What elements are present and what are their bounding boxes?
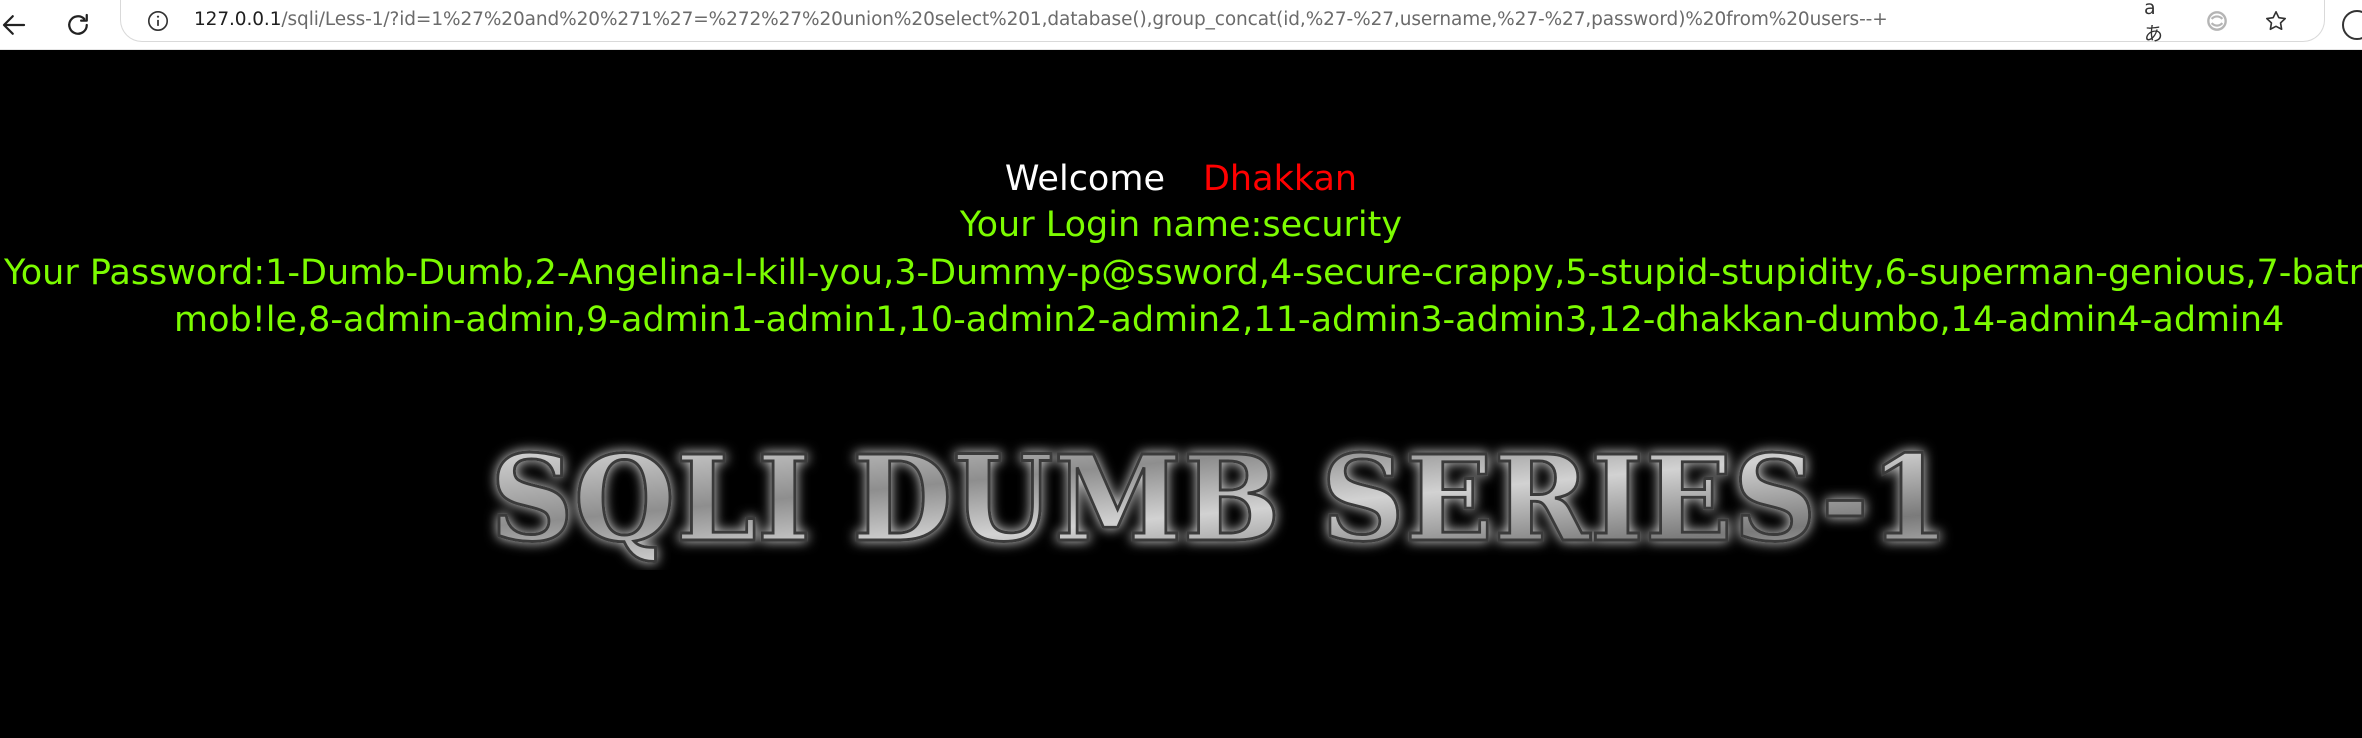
reload-button[interactable] <box>58 5 98 45</box>
back-button[interactable] <box>0 5 34 45</box>
address-bar[interactable]: 127.0.0.1/sqli/Less-1/?id=1%27%20and%20%… <box>120 0 2325 45</box>
sqli-dumb-series-banner: SQLI DUMB SERIES-1 <box>489 430 1952 570</box>
password-line-2: mob!le,8-admin-admin,9-admin1-admin1,10-… <box>174 300 2285 340</box>
url-text[interactable]: 127.0.0.1/sqli/Less-1/?id=1%27%20and%20%… <box>194 9 1888 30</box>
banner-text: SQLI DUMB SERIES-1 <box>490 430 1950 568</box>
translate-icon[interactable]: aあ <box>2144 0 2172 45</box>
url-host: 127.0.0.1 <box>194 9 282 30</box>
profile-icon[interactable] <box>2342 10 2362 40</box>
welcome-line: Welcome Dhakkan <box>0 156 2362 202</box>
welcome-name: Dhakkan <box>1202 159 1358 199</box>
site-info-icon[interactable] <box>145 8 171 34</box>
star-icon[interactable] <box>2262 7 2290 35</box>
welcome-text: Welcome <box>1004 159 1165 199</box>
extension-glyph-icon <box>2207 11 2227 31</box>
login-name-line: Your Login name:security <box>959 205 1403 245</box>
extension-icon[interactable] <box>2203 7 2231 35</box>
password-line-1: Your Password:1-Dumb-Dumb,2-Angelina-I-k… <box>4 253 2362 293</box>
bookmark-star-icon <box>2265 10 2287 31</box>
reload-icon <box>68 13 88 35</box>
page-content: Welcome Dhakkan Your Login name:security … <box>0 50 2362 738</box>
back-arrow-icon <box>2 15 26 35</box>
browser-toolbar: 127.0.0.1/sqli/Less-1/?id=1%27%20and%20%… <box>0 0 2362 50</box>
url-path: /sqli/Less-1/?id=1%27%20and%20%271%27=%2… <box>281 9 1888 30</box>
